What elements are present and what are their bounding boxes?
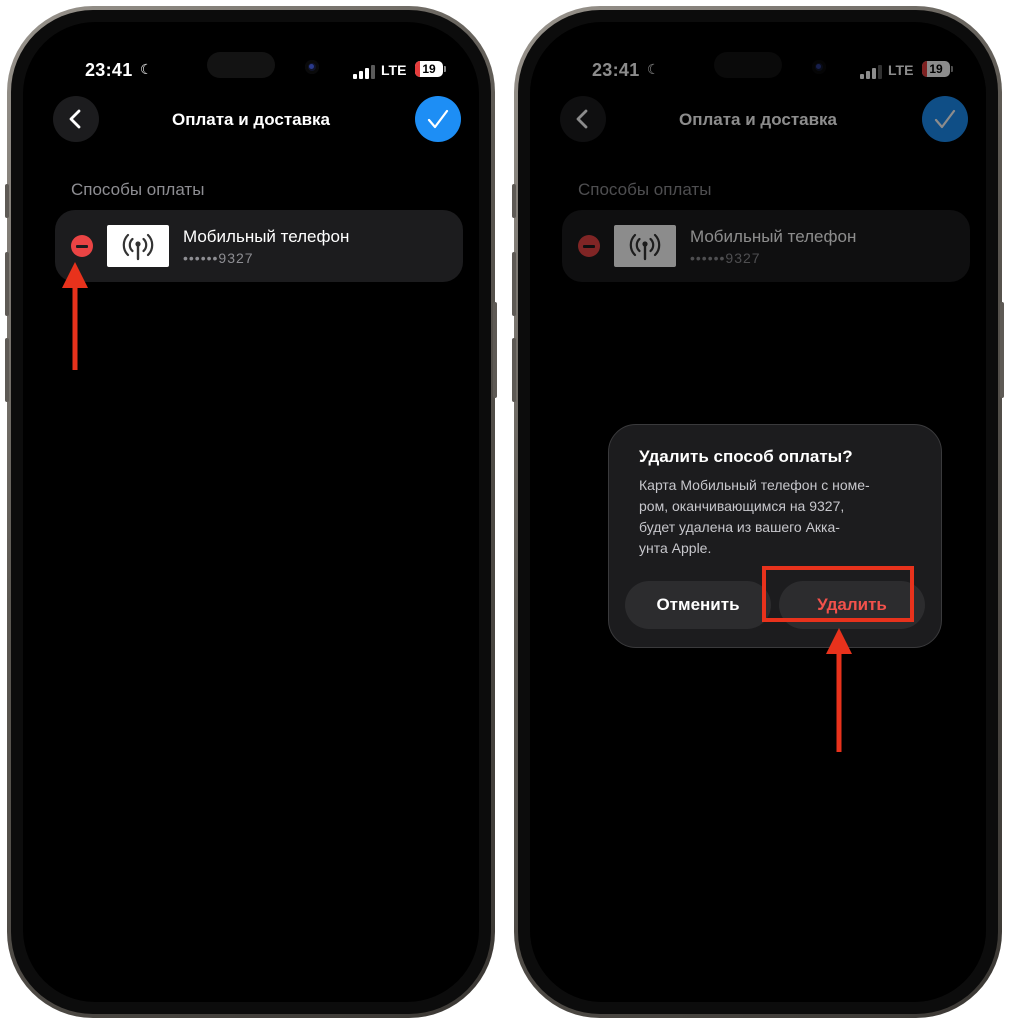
phone-frame-right: 23:41 ☾ LTE 19 Оплата и доставка Способы… — [512, 6, 1004, 1018]
chevron-left-icon — [69, 109, 81, 129]
status-time: 23:41 — [85, 60, 133, 80]
annotation-arrow-up-icon — [62, 262, 88, 370]
payment-method-title: Мобильный телефон — [183, 227, 350, 246]
battery-level: 19 — [422, 62, 436, 76]
annotation-highlight-box — [762, 566, 914, 622]
alert-message: Карта Мобильный телефон с номе- ром, ока… — [639, 477, 870, 556]
payment-method-number: ••••••9327 — [183, 250, 254, 266]
screen-right: 23:41 ☾ LTE 19 Оплата и доставка Способы… — [530, 22, 986, 1002]
camera-icon — [305, 60, 319, 74]
back-button[interactable] — [53, 96, 99, 142]
volume-up-button — [5, 252, 9, 316]
volume-down-button — [512, 338, 516, 402]
alert-title: Удалить способ оплаты? — [639, 447, 853, 466]
done-button[interactable] — [415, 96, 461, 142]
signal-icon — [353, 65, 375, 79]
cancel-button[interactable]: Отменить — [625, 581, 771, 629]
delete-minus-button[interactable] — [71, 235, 93, 257]
side-button — [493, 302, 497, 398]
action-button — [512, 184, 516, 218]
battery-icon: 19 — [415, 61, 443, 77]
action-button — [5, 184, 9, 218]
section-label-payment-methods: Способы оплаты — [71, 180, 205, 199]
dynamic-island — [207, 52, 275, 78]
annotation-arrow-up-icon — [826, 628, 852, 752]
screen-left: 23:41 ☾ LTE 19 Оплата и доставка Способы… — [23, 22, 479, 1002]
volume-down-button — [5, 338, 9, 402]
checkmark-icon — [427, 109, 449, 129]
page-title: Оплата и доставка — [171, 110, 331, 129]
payment-card-thumbnail — [107, 225, 169, 267]
network-type: LTE — [381, 62, 407, 78]
antenna-icon — [122, 233, 154, 261]
battery-tip — [444, 66, 446, 72]
phone-frame-left: 23:41 ☾ LTE 19 Оплата и доставка Способы… — [5, 6, 497, 1018]
moon-icon: ☾ — [140, 61, 153, 77]
side-button — [1000, 302, 1004, 398]
volume-up-button — [512, 252, 516, 316]
payment-method-row[interactable]: Мобильный телефон ••••••9327 — [55, 210, 463, 282]
bezel: 23:41 ☾ LTE 19 Оплата и доставка Способы… — [518, 10, 998, 1014]
bezel: 23:41 ☾ LTE 19 Оплата и доставка Способы… — [11, 10, 491, 1014]
